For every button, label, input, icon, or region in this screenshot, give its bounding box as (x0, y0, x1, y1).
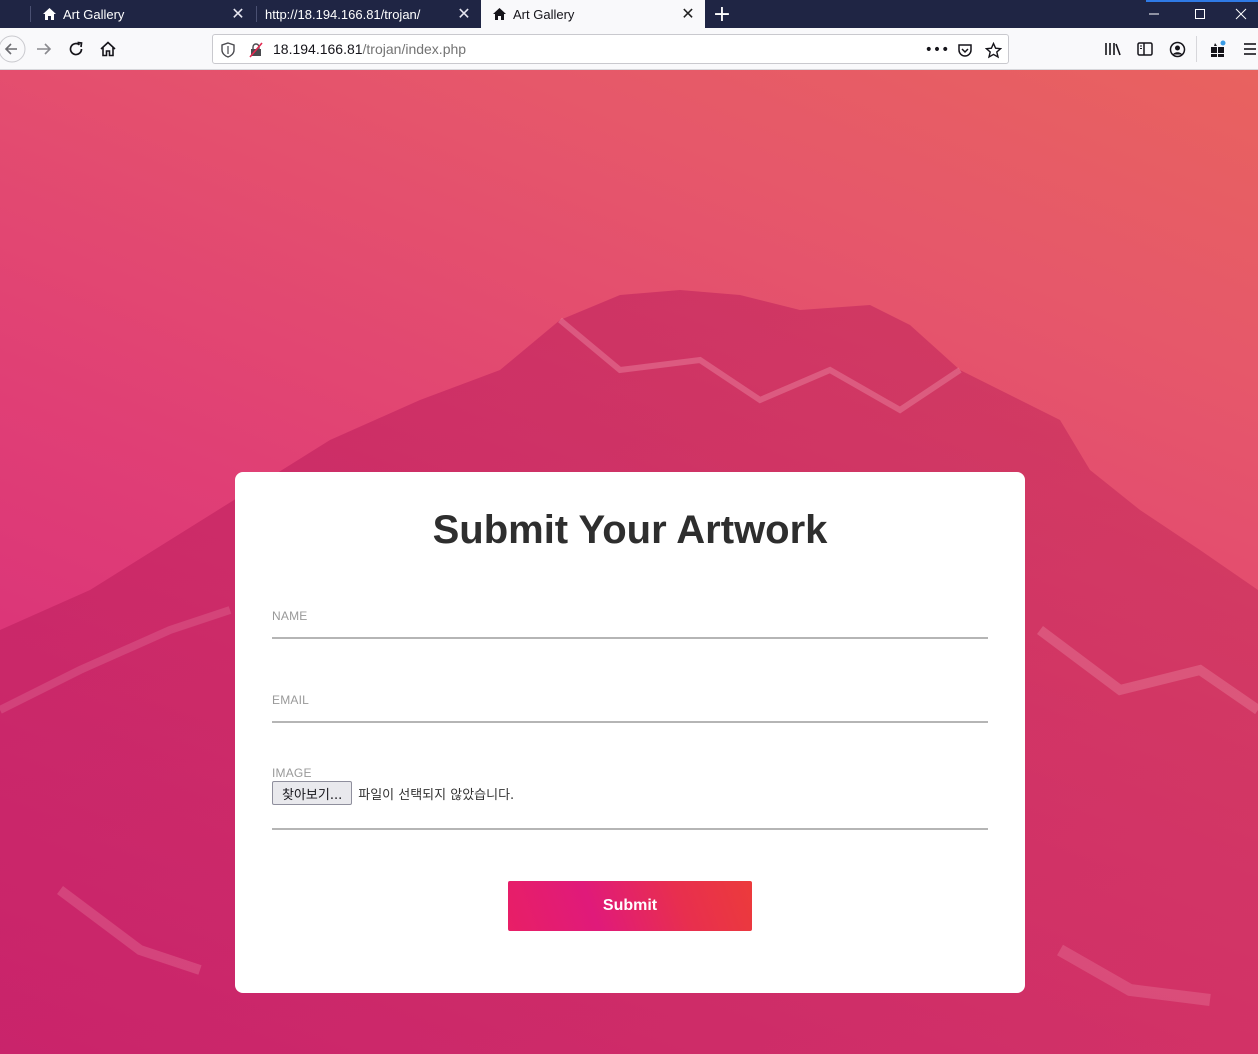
tab-label: http://18.194.166.81/trojan/ (265, 6, 421, 22)
reload-button[interactable] (62, 35, 90, 63)
extension-button[interactable] (1204, 35, 1232, 63)
artwork-submission-card: Submit Your Artwork NAME EMAIL IMAGE 찾아보… (235, 472, 1025, 993)
sidebar-icon (1137, 42, 1153, 56)
maximize-button[interactable] (1177, 0, 1223, 28)
reload-icon (69, 41, 83, 56)
extension-puzzle-icon (1211, 40, 1226, 57)
close-icon[interactable]: ✕ (455, 5, 473, 23)
tracking-shield-icon[interactable] (217, 39, 239, 61)
close-icon[interactable]: ✕ (229, 5, 247, 23)
library-icon (1105, 43, 1121, 56)
account-button[interactable] (1163, 35, 1191, 63)
home-icon (491, 6, 507, 22)
insecure-lock-icon[interactable] (245, 39, 267, 61)
tab-label: Art Gallery (513, 6, 575, 22)
navigation-toolbar: 18.194.166.81/trojan/index.php ••• (0, 28, 1258, 70)
tab-strip: Art Gallery ✕ http://18.194.166.81/troja… (0, 0, 1258, 28)
url-path: /trojan/index.php (362, 41, 467, 57)
email-underline (272, 721, 988, 723)
pocket-icon[interactable] (954, 39, 976, 61)
toolbar-separator (1196, 36, 1197, 62)
home-button[interactable] (94, 35, 122, 63)
name-input[interactable] (272, 625, 988, 647)
image-underline (272, 828, 988, 830)
bookmark-star-icon[interactable] (982, 39, 1004, 61)
image-field[interactable]: IMAGE 찾아보기... 파일이 선택되지 않았습니다. (272, 766, 988, 830)
forward-button[interactable] (30, 35, 58, 63)
minimize-button[interactable] (1131, 0, 1177, 28)
back-button[interactable] (0, 35, 26, 63)
account-icon (1169, 41, 1185, 57)
url-bar[interactable]: 18.194.166.81/trojan/index.php ••• (212, 34, 1009, 64)
tab-art-gallery-active[interactable]: Art Gallery ✕ (481, 0, 705, 28)
image-label: IMAGE (272, 766, 312, 780)
menu-button[interactable] (1236, 35, 1258, 63)
submit-button[interactable]: Submit (508, 881, 752, 931)
name-label: NAME (272, 609, 308, 623)
close-window-button[interactable] (1223, 0, 1258, 28)
home-icon (41, 6, 57, 22)
sidebar-button[interactable] (1131, 35, 1159, 63)
page-actions-button[interactable]: ••• (925, 39, 950, 61)
hamburger-menu-icon (1244, 43, 1256, 55)
name-field[interactable]: NAME (272, 609, 988, 647)
home-icon (100, 41, 116, 57)
new-tab-button[interactable]: + (708, 0, 736, 28)
close-icon[interactable]: ✕ (679, 5, 697, 23)
tab-art-gallery-1[interactable]: Art Gallery ✕ (31, 0, 255, 28)
tab-label: Art Gallery (63, 6, 125, 22)
file-input[interactable]: 찾아보기... 파일이 선택되지 않았습니다. (272, 781, 514, 805)
email-input[interactable] (272, 709, 988, 731)
file-status-text: 파일이 선택되지 않았습니다. (358, 787, 515, 803)
back-arrow-icon (0, 35, 26, 63)
page-viewport: Submit Your Artwork NAME EMAIL IMAGE 찾아보… (0, 70, 1258, 1054)
email-label: EMAIL (272, 693, 310, 707)
library-button[interactable] (1099, 35, 1127, 63)
url-text[interactable]: 18.194.166.81/trojan/index.php (273, 41, 466, 57)
browse-file-button[interactable]: 찾아보기... (272, 781, 353, 805)
name-underline (272, 637, 988, 639)
forward-arrow-icon (37, 43, 52, 55)
email-field[interactable]: EMAIL (272, 693, 988, 731)
url-host: 18.194.166.81 (273, 41, 363, 57)
tab-trojan-directory[interactable]: http://18.194.166.81/trojan/ ✕ (257, 0, 481, 28)
page-title: Submit Your Artwork (432, 508, 828, 552)
